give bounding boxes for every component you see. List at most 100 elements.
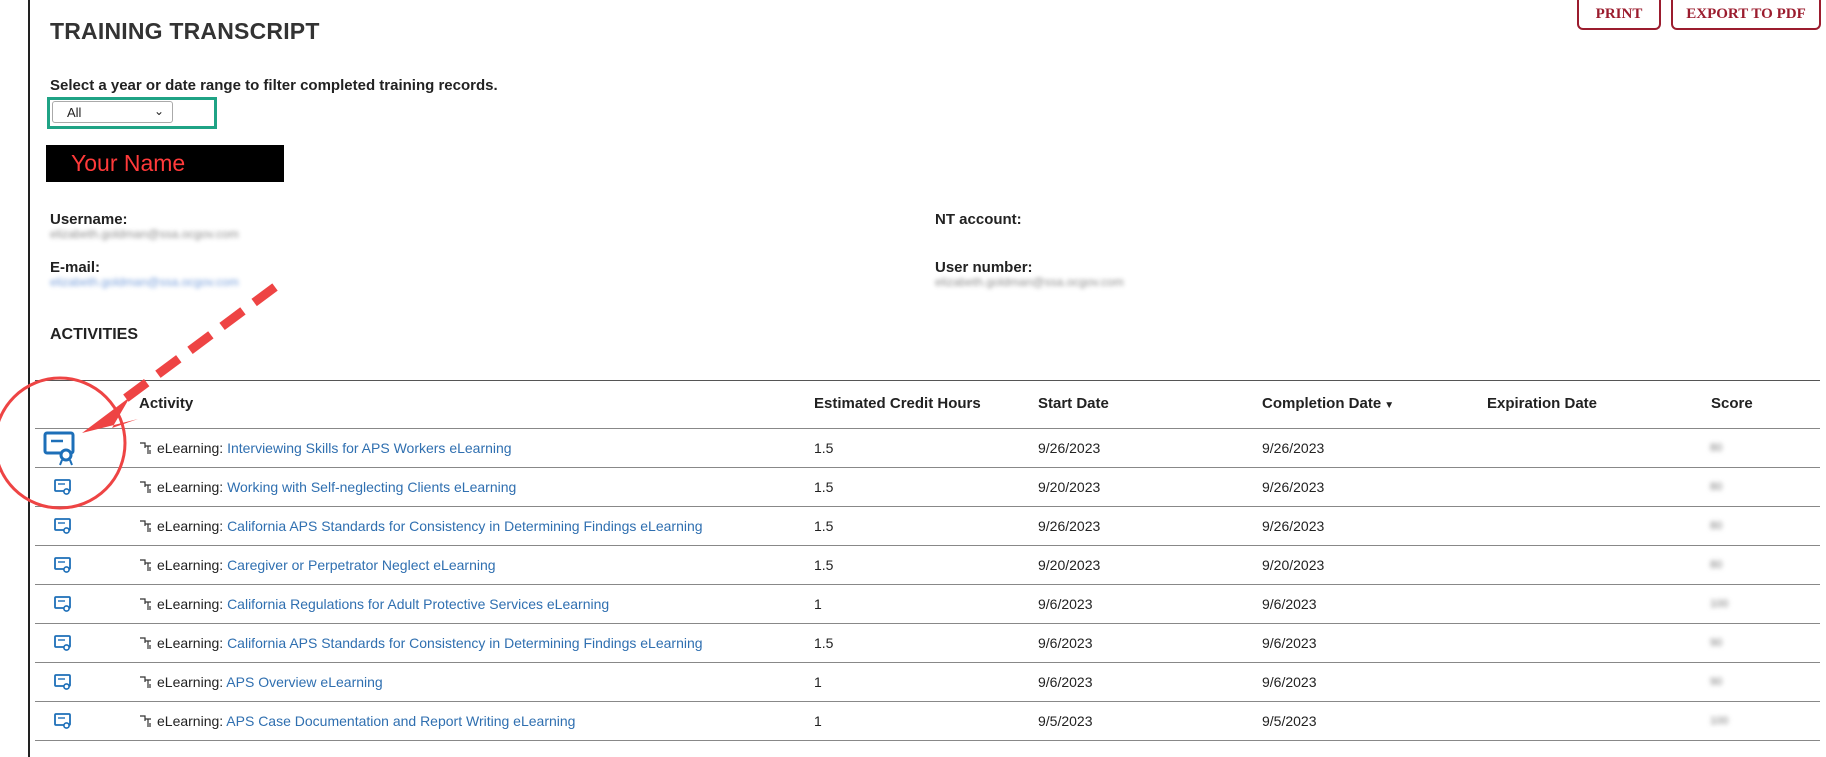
chevron-down-icon: ⌄: [153, 104, 164, 118]
activity-type: eLearning:: [157, 557, 228, 573]
start-date-cell: 9/26/2023: [1038, 518, 1101, 534]
header-rule: [35, 428, 1820, 429]
completion-date-cell: 9/26/2023: [1262, 440, 1325, 456]
activities-heading: ACTIVITIES: [50, 326, 139, 343]
email-label: E-mail:: [50, 259, 101, 276]
date-range-select[interactable]: All ⌄: [52, 101, 173, 123]
score-cell: 100: [1710, 598, 1729, 610]
fork-icon: [140, 598, 151, 610]
start-date-cell: 9/6/2023: [1038, 635, 1093, 651]
activity-cell: eLearning: Interviewing Skills for APS W…: [139, 440, 512, 456]
completion-date-cell: 9/26/2023: [1262, 479, 1325, 495]
filter-label: Select a year or date range to filter co…: [50, 77, 498, 94]
credit-hours-cell: 1.5: [814, 440, 834, 456]
credit-hours-cell: 1.5: [814, 635, 834, 651]
fork-icon: [140, 442, 151, 454]
column-header-completion-date[interactable]: Completion Date ▼: [1262, 395, 1394, 412]
activity-type: eLearning:: [157, 440, 228, 456]
score-cell: 80: [1710, 520, 1723, 532]
certificate-icon[interactable]: [54, 674, 72, 691]
activity-link[interactable]: Caregiver or Perpetrator Neglect eLearni…: [227, 557, 495, 573]
activity-link[interactable]: APS Case Documentation and Report Writin…: [226, 713, 575, 729]
activity-type: eLearning:: [157, 479, 228, 495]
fork-icon: [140, 637, 151, 649]
user-number-label: User number:: [935, 259, 1033, 276]
certificate-icon[interactable]: [54, 557, 72, 574]
completion-date-cell: 9/5/2023: [1262, 713, 1317, 729]
score-cell: 80: [1710, 481, 1723, 493]
completion-date-cell: 9/6/2023: [1262, 596, 1317, 612]
credit-hours-cell: 1.5: [814, 518, 834, 534]
email-value[interactable]: elizabeth.goldman@ssa.ocgov.com: [50, 275, 239, 289]
certificate-icon[interactable]: [54, 635, 72, 652]
start-date-cell: 9/6/2023: [1038, 674, 1093, 690]
row-divider: [35, 701, 1820, 702]
activity-type: eLearning:: [157, 596, 228, 612]
activity-link[interactable]: California Regulations for Adult Protect…: [227, 596, 609, 612]
user-name-redaction: Your Name: [46, 145, 284, 182]
activity-type: eLearning:: [157, 674, 227, 690]
column-header-expiration-date[interactable]: Expiration Date: [1487, 395, 1597, 412]
activity-link[interactable]: California APS Standards for Consistency…: [227, 518, 702, 534]
certificate-icon[interactable]: [54, 713, 72, 730]
score-cell: 90: [1710, 676, 1723, 688]
fork-icon: [140, 676, 151, 688]
credit-hours-cell: 1.5: [814, 557, 834, 573]
activity-cell: eLearning: California Regulations for Ad…: [139, 596, 609, 612]
username-value: elizabeth.goldman@ssa.ocgov.com: [50, 227, 239, 241]
row-divider: [35, 584, 1820, 585]
activity-link[interactable]: Interviewing Skills for APS Workers eLea…: [227, 440, 512, 456]
date-range-select-value: All: [67, 104, 82, 120]
row-divider: [35, 545, 1820, 546]
fork-icon: [140, 481, 151, 493]
column-header-activity[interactable]: Activity: [139, 395, 193, 412]
activity-type: eLearning:: [157, 713, 227, 729]
score-cell: 100: [1710, 715, 1729, 727]
completion-date-cell: 9/6/2023: [1262, 674, 1317, 690]
activity-cell: eLearning: APS Overview eLearning: [139, 674, 383, 690]
credit-hours-cell: 1.5: [814, 479, 834, 495]
start-date-cell: 9/20/2023: [1038, 557, 1101, 573]
activity-type: eLearning:: [157, 518, 228, 534]
print-button[interactable]: PRINT: [1577, 0, 1661, 30]
activity-cell: eLearning: California APS Standards for …: [139, 518, 703, 534]
activity-type: eLearning:: [157, 635, 228, 651]
completion-date-cell: 9/20/2023: [1262, 557, 1325, 573]
certificate-icon[interactable]: [54, 596, 72, 613]
column-header-score[interactable]: Score: [1711, 395, 1753, 412]
activity-cell: eLearning: APS Case Documentation and Re…: [139, 713, 575, 729]
activity-cell: eLearning: Working with Self-neglecting …: [139, 479, 516, 495]
export-pdf-button[interactable]: EXPORT TO PDF: [1671, 0, 1821, 30]
username-label: Username:: [50, 211, 128, 228]
table-top-rule: [35, 380, 1820, 381]
score-cell: 90: [1710, 637, 1723, 649]
start-date-cell: 9/20/2023: [1038, 479, 1101, 495]
activity-link[interactable]: California APS Standards for Consistency…: [227, 635, 702, 651]
completion-date-label: Completion Date: [1262, 395, 1382, 412]
page-title: TRAINING TRANSCRIPT: [50, 18, 320, 44]
column-header-start-date[interactable]: Start Date: [1038, 395, 1109, 412]
certificate-icon[interactable]: [54, 479, 72, 496]
start-date-cell: 9/5/2023: [1038, 713, 1093, 729]
row-divider: [35, 467, 1820, 468]
activity-cell: eLearning: Caregiver or Perpetrator Negl…: [139, 557, 496, 573]
row-divider: [35, 662, 1820, 663]
user-number-value: elizabeth.goldman@ssa.ocgov.com: [935, 275, 1124, 289]
left-border: [28, 0, 30, 757]
row-divider: [35, 740, 1820, 741]
activity-link[interactable]: Working with Self-neglecting Clients eLe…: [227, 479, 516, 495]
certificate-icon-large: [43, 431, 75, 466]
score-cell: 80: [1710, 559, 1723, 571]
completion-date-cell: 9/6/2023: [1262, 635, 1317, 651]
start-date-cell: 9/6/2023: [1038, 596, 1093, 612]
start-date-cell: 9/26/2023: [1038, 440, 1101, 456]
column-header-credit-hours[interactable]: Estimated Credit Hours: [814, 395, 981, 412]
score-cell: 80: [1710, 442, 1723, 454]
activity-link[interactable]: APS Overview eLearning: [226, 674, 382, 690]
activity-cell: eLearning: California APS Standards for …: [139, 635, 703, 651]
fork-icon: [140, 520, 151, 532]
certificate-icon[interactable]: [54, 518, 72, 535]
completion-date-cell: 9/26/2023: [1262, 518, 1325, 534]
credit-hours-cell: 1: [814, 674, 822, 690]
fork-icon: [140, 715, 151, 727]
